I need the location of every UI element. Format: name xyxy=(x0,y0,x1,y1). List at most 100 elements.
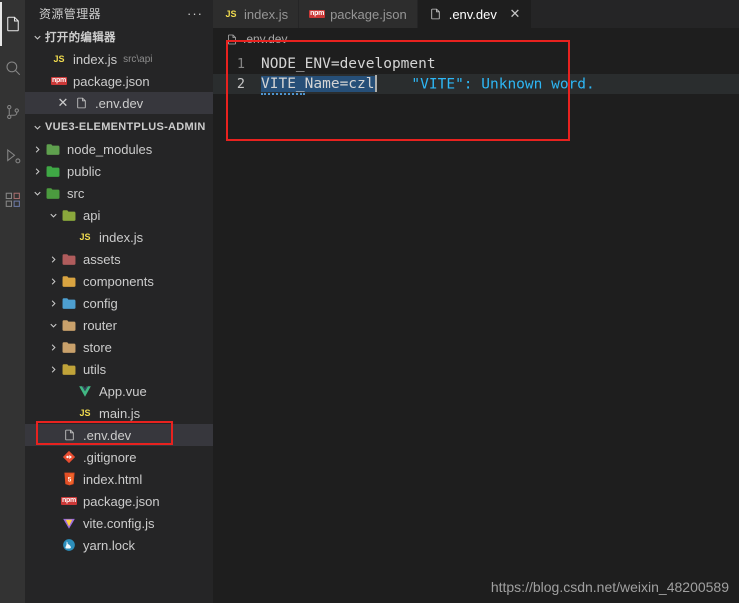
plain-file-icon xyxy=(73,95,89,111)
tree-item-label: utils xyxy=(83,361,107,377)
tree-item-label: components xyxy=(83,273,154,289)
code-line-1: 1 NODE_ENV=development xyxy=(213,54,739,74)
yarn-file-icon xyxy=(61,537,77,553)
tree-item-assets[interactable]: assets xyxy=(25,248,213,270)
tree-item-label: vite.config.js xyxy=(83,515,155,531)
tree-item-package-json[interactable]: npm package.json xyxy=(25,490,213,512)
activity-item-search[interactable] xyxy=(0,46,25,90)
chevron-right-icon[interactable] xyxy=(45,339,61,355)
tree-item-label: api xyxy=(83,207,101,223)
source-control-icon xyxy=(4,103,22,121)
code-editor[interactable]: 1 NODE_ENV=development 2 VITE_Name=czl "… xyxy=(213,50,739,603)
plain-file-icon xyxy=(225,32,239,46)
tree-item-yarn-lock[interactable]: yarn.lock xyxy=(25,534,213,556)
folder-utils-icon xyxy=(61,361,77,377)
activity-item-explorer[interactable] xyxy=(0,2,25,46)
inline-lint-hint: "VITE": Unknown word. xyxy=(376,76,595,92)
activity-item-run-debug[interactable] xyxy=(0,134,25,178)
breadcrumb[interactable]: .env.dev xyxy=(213,28,739,50)
editor-tab-bar: JS index.js npm package.json .env.dev ✕ xyxy=(213,0,739,28)
chevron-down-icon[interactable] xyxy=(45,207,61,223)
tree-item-public[interactable]: public xyxy=(25,160,213,182)
vue-file-icon xyxy=(77,383,93,399)
open-editor-label: .env.dev xyxy=(95,95,144,111)
line-number: 1 xyxy=(236,56,245,72)
tree-item-label: package.json xyxy=(83,493,160,509)
close-icon[interactable]: ✕ xyxy=(509,6,521,22)
line-number: 2 xyxy=(236,76,245,92)
tree-item-label: main.js xyxy=(99,405,141,421)
tab-package-json[interactable]: npm package.json xyxy=(299,0,418,28)
open-editor-label: index.js xyxy=(73,51,118,67)
spelling-error-underline: VITE_ xyxy=(261,76,305,95)
npm-file-icon: npm xyxy=(309,10,326,18)
tree-item-utils[interactable]: utils xyxy=(25,358,213,380)
git-file-icon xyxy=(61,449,77,465)
activity-item-extensions[interactable] xyxy=(0,178,25,222)
tree-item-env-dev[interactable]: .env.dev xyxy=(25,424,213,446)
chevron-down-icon xyxy=(29,119,45,135)
tree-item-gitignore[interactable]: .gitignore xyxy=(25,446,213,468)
open-editor-item-index-js[interactable]: JS index.js src\api xyxy=(25,48,213,70)
tree-item-main-js[interactable]: JS main.js xyxy=(25,402,213,424)
extensions-icon xyxy=(4,191,22,209)
tree-item-router[interactable]: router xyxy=(25,314,213,336)
tree-item-label: public xyxy=(67,163,101,179)
tree-item-components[interactable]: components xyxy=(25,270,213,292)
plain-file-icon xyxy=(61,427,77,443)
section-open-editors[interactable]: 打开的编辑器 xyxy=(25,26,213,48)
code-line-2: 2 VITE_Name=czl "VITE": Unknown word. xyxy=(213,74,739,95)
tab-label: index.js xyxy=(244,6,289,22)
npm-file-icon: npm xyxy=(51,77,67,85)
folder-store-icon xyxy=(61,339,77,355)
editor-area: JS index.js npm package.json .env.dev ✕ xyxy=(213,0,739,603)
tree-item-node-modules[interactable]: node_modules xyxy=(25,138,213,160)
close-icon[interactable]: ✕ xyxy=(55,95,71,111)
tree-item-store[interactable]: store xyxy=(25,336,213,358)
tree-item-vite-config-js[interactable]: vite.config.js xyxy=(25,512,213,534)
tree-item-label: .env.dev xyxy=(83,427,132,443)
tree-item-config[interactable]: config xyxy=(25,292,213,314)
tree-item-index-js[interactable]: JS index.js xyxy=(25,226,213,248)
code-line-text: VITE_Name=czl "VITE": Unknown word. xyxy=(261,74,595,95)
chevron-right-icon[interactable] xyxy=(45,251,61,267)
folder-api-icon xyxy=(61,207,77,223)
project-root-label: VUE3-ELEMENTPLUS-ADMIN xyxy=(45,121,206,133)
tab-env-dev[interactable]: .env.dev ✕ xyxy=(417,0,532,28)
tree-item-label: src xyxy=(67,185,85,201)
tree-item-index-html[interactable]: 5 index.html xyxy=(25,468,213,490)
tree-item-app-vue[interactable]: App.vue xyxy=(25,380,213,402)
chevron-down-icon[interactable] xyxy=(45,317,61,333)
plain-file-icon xyxy=(428,6,444,22)
chevron-right-icon[interactable] xyxy=(45,361,61,377)
chevron-right-icon[interactable] xyxy=(29,163,45,179)
open-editor-item-env-dev[interactable]: ✕ .env.dev xyxy=(25,92,213,114)
section-project-root[interactable]: VUE3-ELEMENTPLUS-ADMIN xyxy=(25,116,213,138)
code-line-rest: Name=czl xyxy=(304,76,375,92)
tab-index-js[interactable]: JS index.js xyxy=(213,0,300,28)
chevron-right-icon[interactable] xyxy=(45,295,61,311)
folder-node-modules-icon xyxy=(45,141,61,157)
open-editor-item-package-json[interactable]: npm package.json xyxy=(25,70,213,92)
chevron-down-icon[interactable] xyxy=(29,185,45,201)
chevron-right-icon[interactable] xyxy=(45,273,61,289)
folder-config-icon xyxy=(61,295,77,311)
folder-public-icon xyxy=(45,163,61,179)
folder-components-icon xyxy=(61,273,77,289)
tree-item-label: router xyxy=(83,317,117,333)
chevron-down-icon xyxy=(29,29,45,45)
tree-item-api[interactable]: api xyxy=(25,204,213,226)
activity-item-source-control[interactable] xyxy=(0,90,25,134)
chevron-right-icon[interactable] xyxy=(29,141,45,157)
tree-item-label: config xyxy=(83,295,118,311)
sidebar-more-actions-icon[interactable]: ··· xyxy=(187,6,203,21)
js-file-icon: JS xyxy=(79,408,91,418)
tree-item-src[interactable]: src xyxy=(25,182,213,204)
explorer-sidebar: 资源管理器 ··· 打开的编辑器 JS index.js src\api npm… xyxy=(25,0,213,603)
